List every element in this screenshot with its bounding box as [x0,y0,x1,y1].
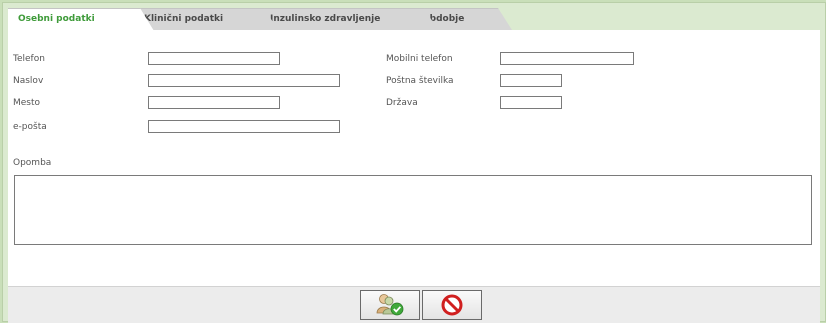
eposta-input[interactable] [148,120,340,133]
naslov-label: Naslov [13,76,44,86]
eposta-label: e-pošta [13,122,47,132]
telefon-label: Telefon [13,54,45,64]
telefon-input[interactable] [148,52,280,65]
personal-data-panel: Telefon Naslov Mesto e-pošta Mobilni tel… [8,30,820,286]
tab-inzulinsko-zdravljenje[interactable]: Inzulinsko zdravljenje [260,8,438,30]
tab-klinicni-podatki[interactable]: Klinični podatki [134,8,278,30]
naslov-input[interactable] [148,74,340,87]
drzava-input[interactable] [500,96,562,109]
save-button[interactable] [360,290,420,320]
user-save-check-icon [376,294,404,316]
mobilni-telefon-label: Mobilni telefon [386,54,453,64]
button-footer [8,286,820,323]
cancel-circle-icon [441,294,463,316]
mobilni-telefon-input[interactable] [500,52,634,65]
mesto-input[interactable] [148,96,280,109]
drzava-label: Država [386,98,418,108]
mesto-label: Mesto [13,98,41,108]
cancel-button[interactable] [422,290,482,320]
tab-label: Klinični podatki [144,14,224,24]
postna-stevilka-input[interactable] [500,74,562,87]
opomba-label: Opomba [13,158,52,168]
postna-stevilka-label: Poštna številka [386,76,454,86]
tab-bar: Obdobje Inzulinsko zdravljenje Klinični … [8,8,820,31]
opomba-textarea[interactable] [14,175,812,245]
tab-osebni-podatki[interactable]: Osebni podatki [8,8,154,31]
tab-label: Osebni podatki [18,14,95,24]
tab-label: Inzulinsko zdravljenje [270,14,381,24]
